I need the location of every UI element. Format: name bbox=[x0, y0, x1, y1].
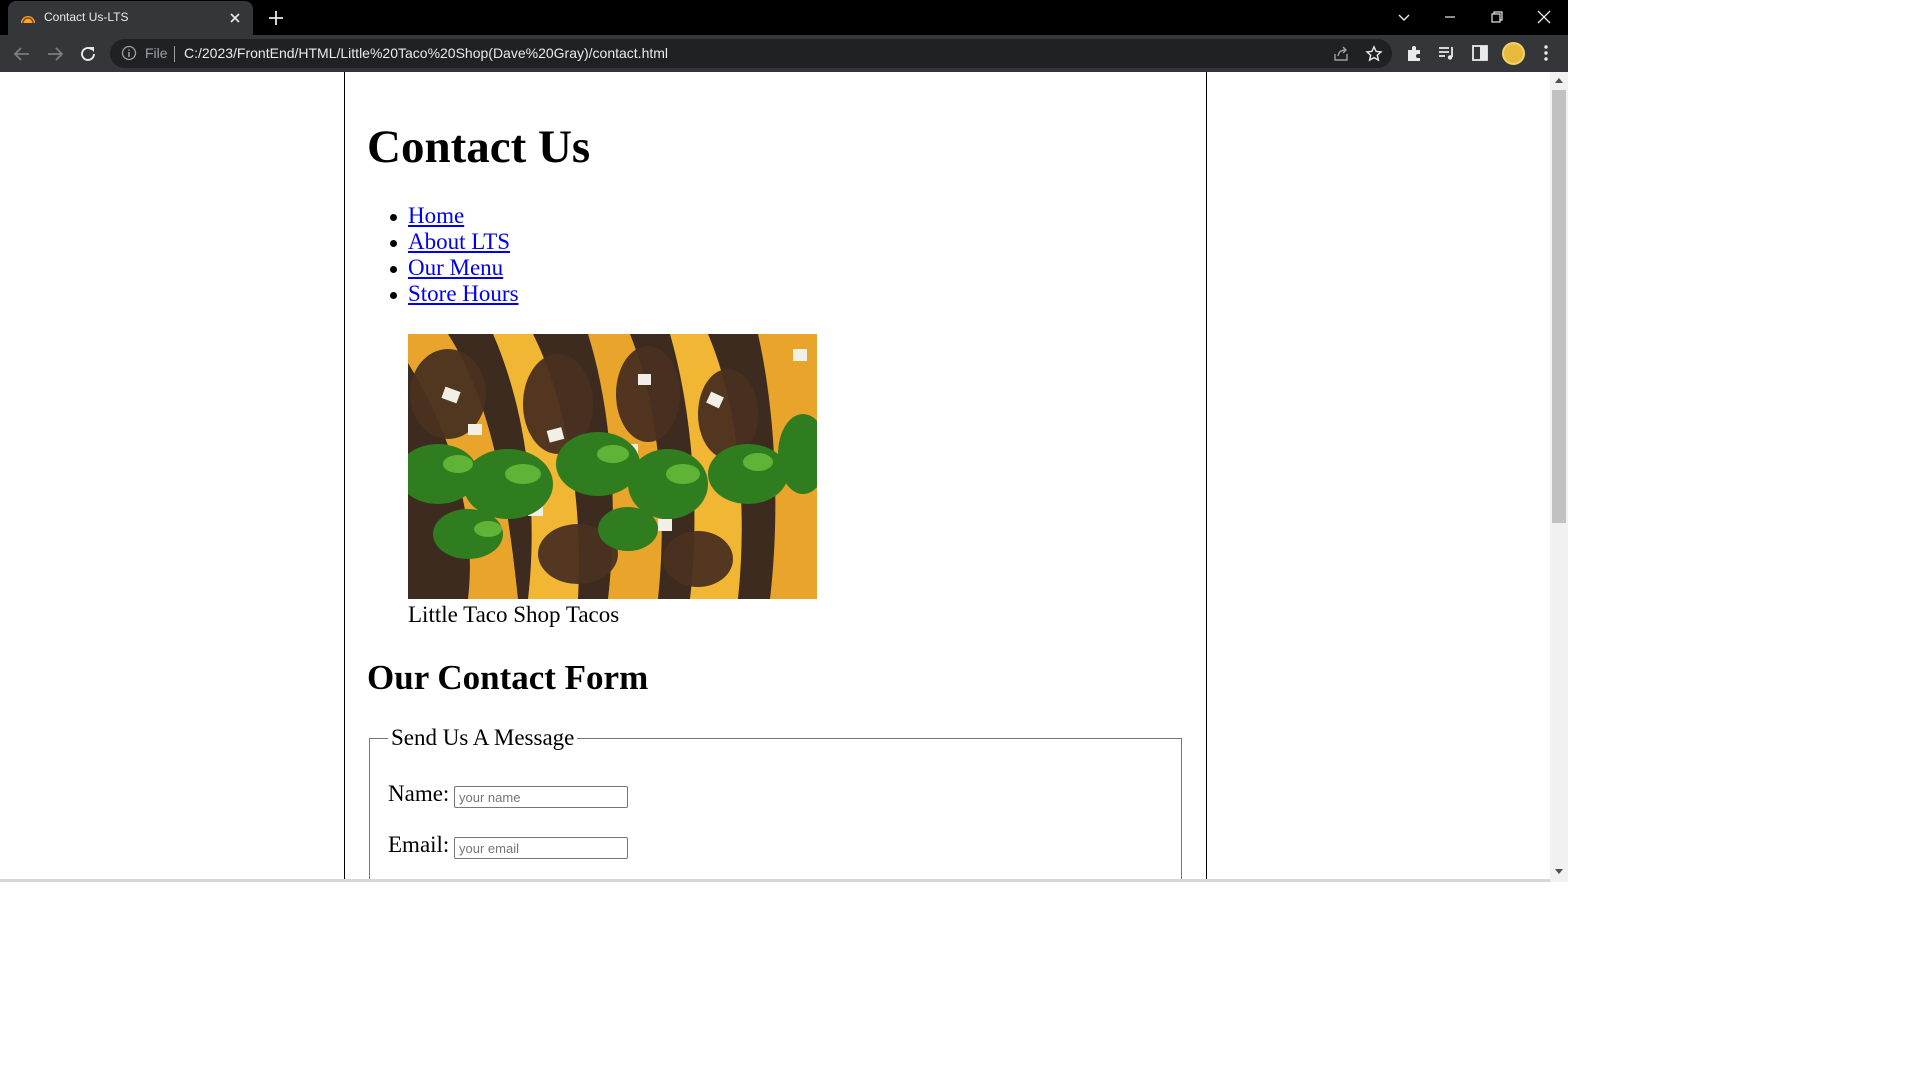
back-arrow-icon[interactable] bbox=[11, 43, 33, 65]
bookmark-star-icon[interactable] bbox=[1365, 45, 1383, 63]
scroll-up-arrow-icon[interactable] bbox=[1554, 76, 1564, 84]
profile-avatar[interactable] bbox=[1502, 42, 1525, 65]
tacos-photo bbox=[408, 334, 817, 599]
taco-favicon-icon bbox=[21, 16, 35, 24]
nav-link-about[interactable]: About LTS bbox=[408, 229, 510, 254]
name-label: Name: bbox=[388, 781, 450, 806]
vertical-scrollbar[interactable] bbox=[1550, 72, 1568, 882]
browser-tab[interactable]: Contact Us-LTS bbox=[8, 1, 253, 35]
scrollbar-thumb[interactable] bbox=[1552, 90, 1566, 523]
site-nav: Home About LTS Our Menu Store Hours bbox=[390, 203, 519, 307]
nav-link-hours[interactable]: Store Hours bbox=[408, 281, 519, 306]
message-fieldset: Send Us A Message Name: Email: bbox=[369, 725, 1182, 882]
tab-title: Contact Us-LTS bbox=[44, 10, 129, 24]
restore-icon[interactable] bbox=[1486, 6, 1508, 28]
address-bar[interactable]: File C:/2023/FrontEnd/HTML/Little%20Taco… bbox=[110, 39, 1392, 68]
nav-item-about: About LTS bbox=[390, 229, 519, 255]
page-title: Contact Us bbox=[367, 121, 591, 173]
info-icon[interactable] bbox=[121, 45, 137, 61]
url-scheme-label: File bbox=[145, 45, 168, 61]
horizontal-scroll-track bbox=[0, 879, 1550, 882]
page-viewport: Contact Us Home About LTS Our Menu Store… bbox=[0, 72, 1550, 882]
browser-toolbar: File C:/2023/FrontEnd/HTML/Little%20Taco… bbox=[0, 35, 1568, 72]
email-row: Email: bbox=[388, 832, 628, 859]
close-window-icon[interactable] bbox=[1533, 6, 1555, 28]
forward-arrow-icon[interactable] bbox=[44, 43, 66, 65]
address-separator bbox=[174, 46, 175, 62]
nav-link-menu[interactable]: Our Menu bbox=[408, 255, 503, 280]
page-container: Contact Us Home About LTS Our Menu Store… bbox=[344, 72, 1207, 882]
nav-item-menu: Our Menu bbox=[390, 255, 519, 281]
contact-form-heading: Our Contact Form bbox=[367, 658, 649, 697]
email-label: Email: bbox=[388, 832, 450, 857]
name-row: Name: bbox=[388, 781, 628, 808]
url-text[interactable]: C:/2023/FrontEnd/HTML/Little%20Taco%20Sh… bbox=[184, 45, 668, 61]
fieldset-legend: Send Us A Message bbox=[388, 725, 578, 751]
tab-search-icon[interactable] bbox=[1393, 6, 1415, 28]
name-input[interactable] bbox=[454, 786, 628, 808]
menu-kebab-icon[interactable] bbox=[1536, 43, 1556, 63]
extensions-puzzle-icon[interactable] bbox=[1404, 43, 1424, 63]
scroll-down-arrow-icon[interactable] bbox=[1554, 868, 1564, 876]
reload-icon[interactable] bbox=[77, 43, 99, 65]
new-tab-icon[interactable] bbox=[266, 8, 286, 28]
nav-item-hours: Store Hours bbox=[390, 281, 519, 307]
tab-strip: Contact Us-LTS bbox=[0, 0, 1568, 35]
side-panel-icon[interactable] bbox=[1470, 43, 1490, 63]
nav-item-home: Home bbox=[390, 203, 519, 229]
minimize-icon[interactable] bbox=[1439, 6, 1461, 28]
email-input[interactable] bbox=[454, 837, 628, 859]
photo-caption: Little Taco Shop Tacos bbox=[408, 602, 620, 627]
nav-link-home[interactable]: Home bbox=[408, 203, 464, 228]
media-queue-icon[interactable] bbox=[1437, 43, 1457, 63]
close-tab-icon[interactable] bbox=[227, 10, 243, 26]
share-icon[interactable] bbox=[1332, 45, 1350, 63]
